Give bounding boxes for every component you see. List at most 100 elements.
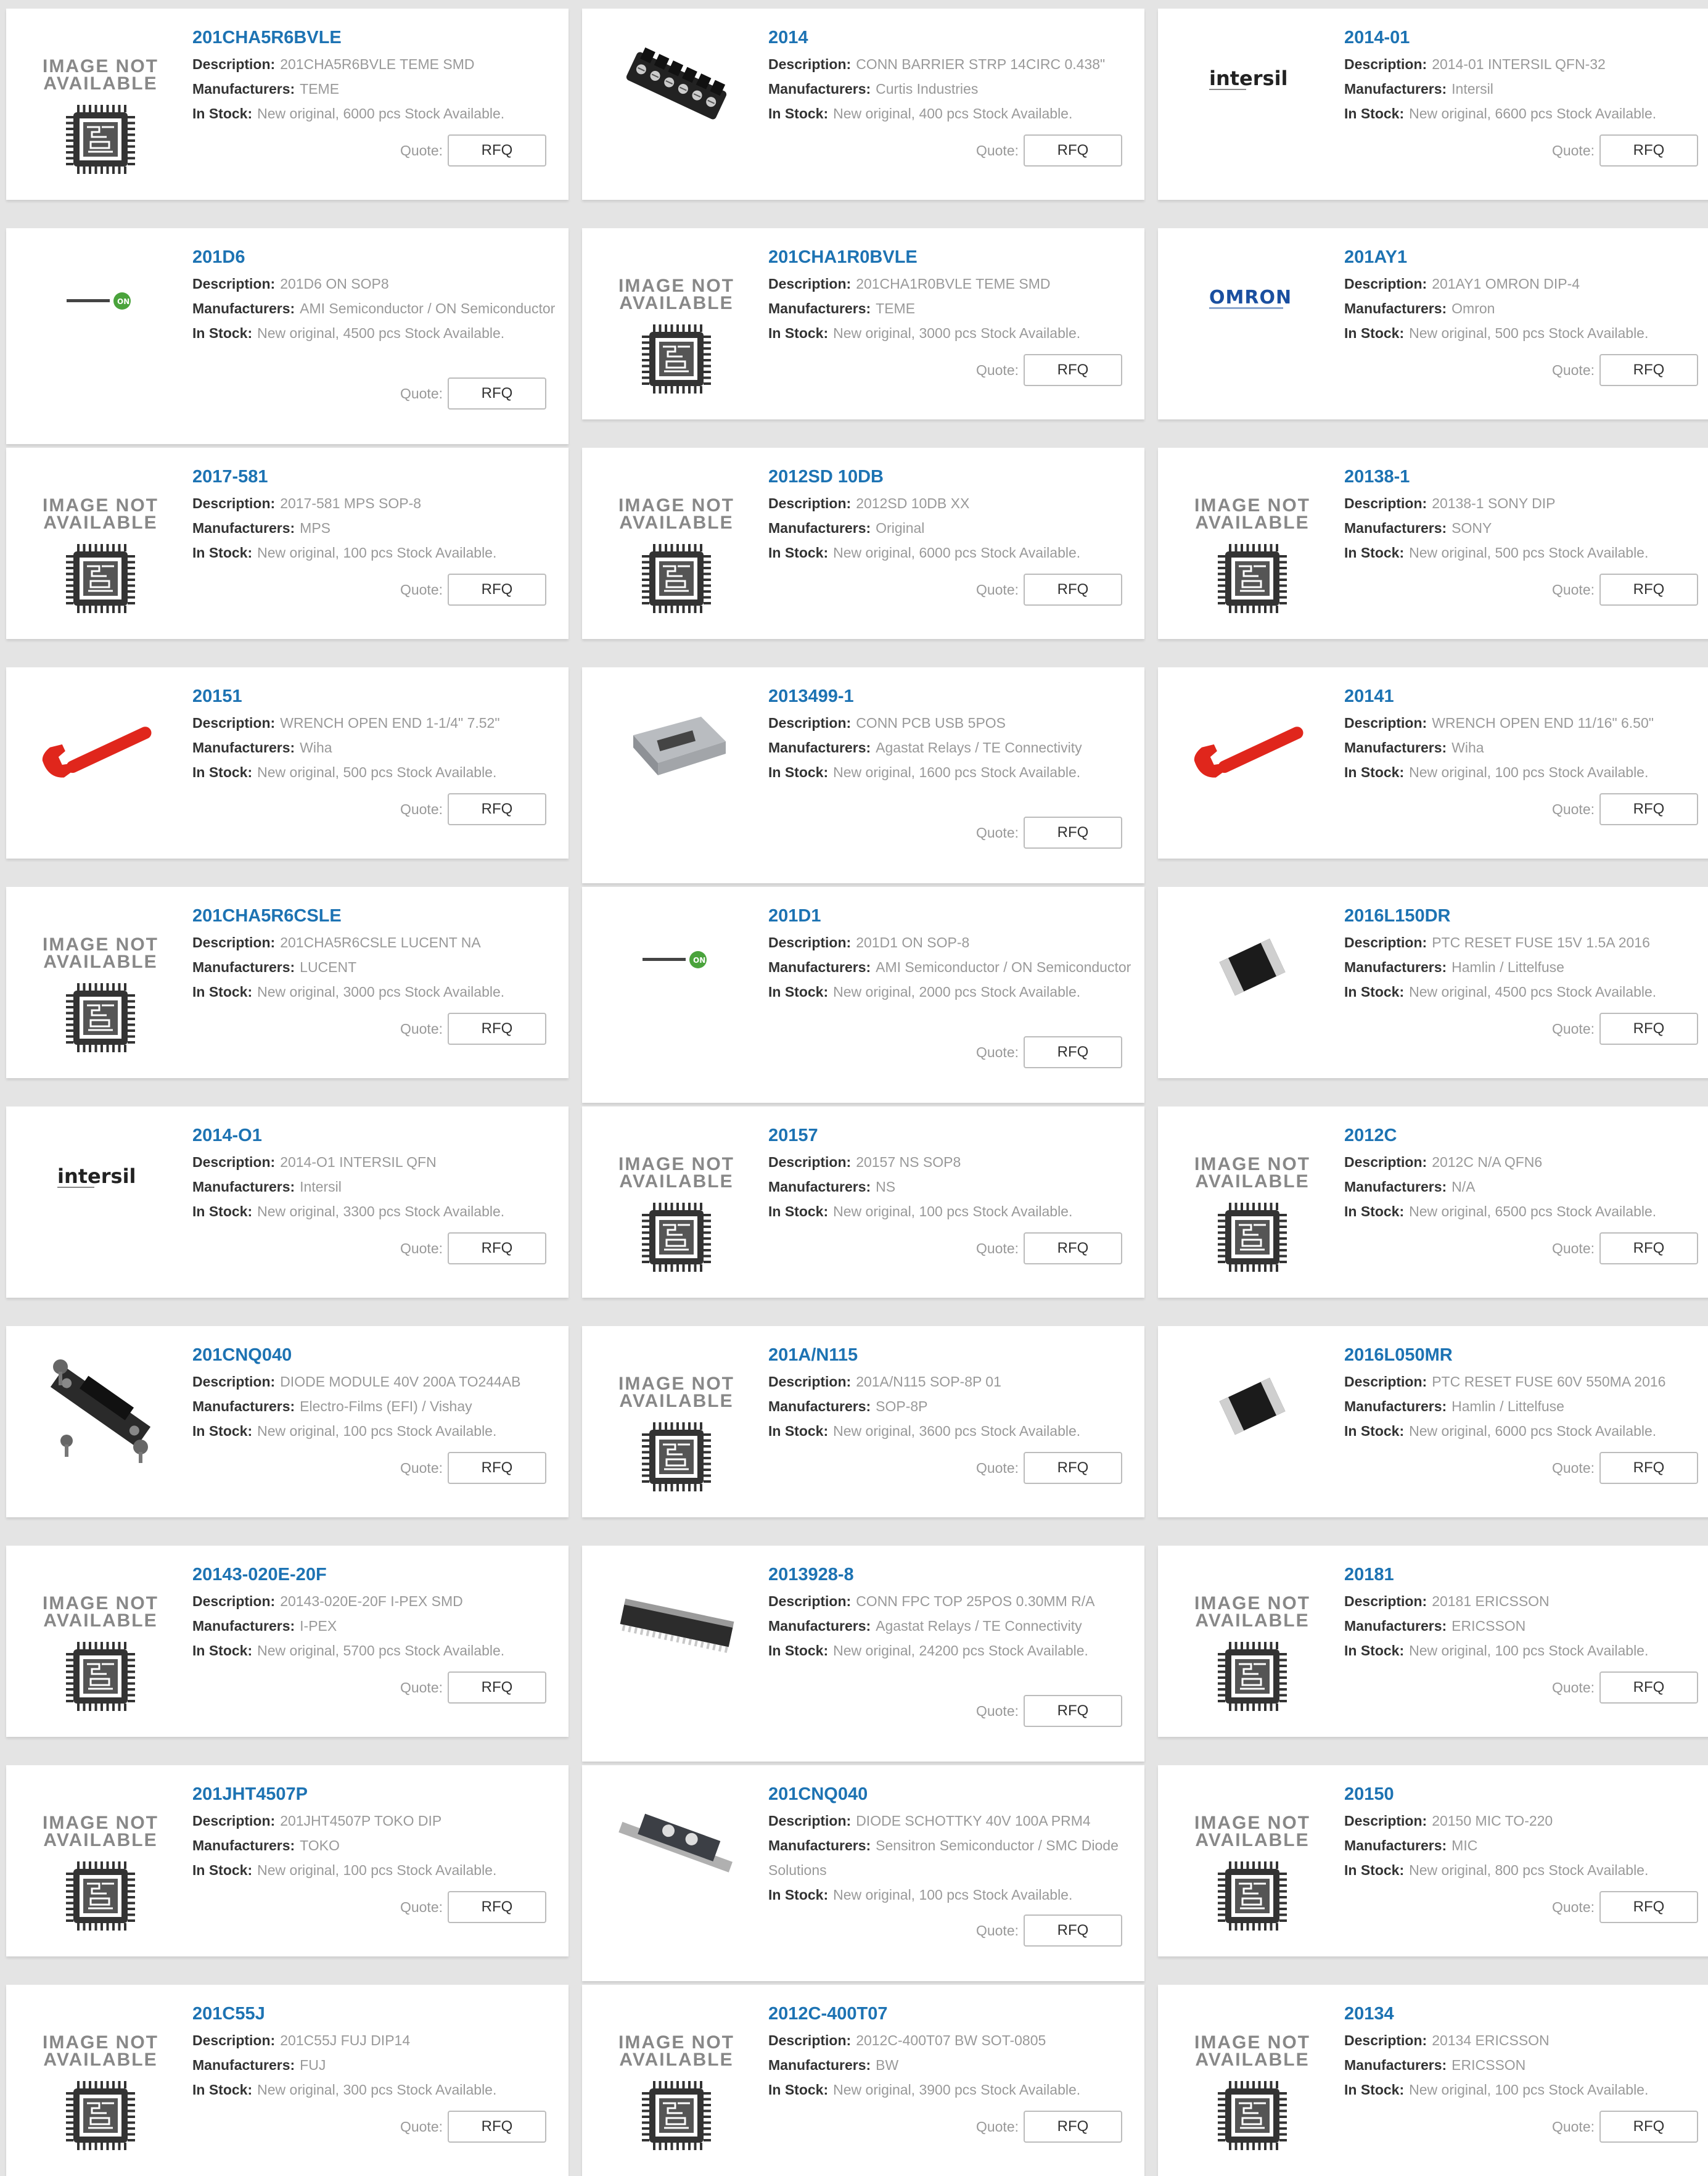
- product-title-link[interactable]: 2013928-8: [768, 1563, 1132, 1586]
- product-title-link[interactable]: 201AY1: [1344, 245, 1708, 269]
- product-thumbnail[interactable]: IMAGE NOT AVAILABLE: [601, 2003, 752, 2157]
- rfq-button[interactable]: RFQ: [1599, 134, 1698, 167]
- rfq-button[interactable]: RFQ: [448, 1671, 546, 1704]
- product-title-link[interactable]: 201C55J: [192, 2002, 556, 2026]
- rfq-button[interactable]: RFQ: [1599, 1671, 1698, 1704]
- product-thumbnail[interactable]: IMAGE NOT AVAILABLE: [601, 247, 752, 401]
- product-info: 201C55J Description: 201C55J FUJ DIP14 Ma…: [192, 2002, 556, 2102]
- quote-area: Quote: RFQ: [976, 354, 1122, 386]
- rfq-button[interactable]: RFQ: [1599, 1013, 1698, 1045]
- product-thumbnail[interactable]: OMRON: [1176, 247, 1328, 401]
- rfq-button[interactable]: RFQ: [1024, 2111, 1122, 2143]
- rfq-button[interactable]: RFQ: [1024, 1695, 1122, 1727]
- quote-label: Quote:: [400, 385, 443, 402]
- product-title-link[interactable]: 201D6: [192, 245, 556, 269]
- rfq-button[interactable]: RFQ: [448, 1452, 546, 1484]
- product-title-link[interactable]: 2017-581: [192, 465, 556, 488]
- product-thumbnail[interactable]: [1176, 905, 1328, 1060]
- rfq-button[interactable]: RFQ: [1599, 1891, 1698, 1923]
- product-title-link[interactable]: 20157: [768, 1124, 1132, 1147]
- description-value: DIODE SCHOTTKY 40V 100A PRM4: [856, 1813, 1091, 1829]
- product-title-link[interactable]: 2012C-400T07: [768, 2002, 1132, 2026]
- product-thumbnail[interactable]: IMAGE NOT AVAILABLE: [1176, 1564, 1328, 1718]
- manufacturer-value: Original: [876, 520, 925, 536]
- rfq-button[interactable]: RFQ: [448, 1013, 546, 1045]
- product-title-link[interactable]: 2013499-1: [768, 685, 1132, 708]
- product-thumbnail[interactable]: [601, 686, 752, 840]
- rfq-button[interactable]: RFQ: [1024, 1036, 1122, 1068]
- product-thumbnail[interactable]: IMAGE NOT AVAILABLE: [25, 1564, 176, 1718]
- product-thumbnail[interactable]: IMAGE NOT AVAILABLE: [601, 1345, 752, 1499]
- product-info: 201D1 Description: 201D1 ON SOP-8 Manufac…: [768, 904, 1132, 1004]
- product-thumbnail[interactable]: IMAGE NOT AVAILABLE: [25, 2003, 176, 2157]
- rfq-button[interactable]: RFQ: [448, 377, 546, 410]
- product-thumbnail[interactable]: IMAGE NOT AVAILABLE: [25, 27, 176, 181]
- product-thumbnail[interactable]: IMAGE NOT AVAILABLE: [601, 466, 752, 620]
- rfq-button[interactable]: RFQ: [1024, 1232, 1122, 1264]
- rfq-button[interactable]: RFQ: [1024, 354, 1122, 386]
- rfq-button[interactable]: RFQ: [1599, 354, 1698, 386]
- product-title-link[interactable]: 2016L150DR: [1344, 904, 1708, 928]
- product-title-link[interactable]: 201A/N115: [768, 1343, 1132, 1367]
- product-title-link[interactable]: 20138-1: [1344, 465, 1708, 488]
- description-value: 201D6 ON SOP8: [280, 276, 389, 292]
- product-thumbnail[interactable]: intersil: [1176, 27, 1328, 181]
- rfq-button[interactable]: RFQ: [448, 134, 546, 167]
- product-title-link[interactable]: 2016L050MR: [1344, 1343, 1708, 1367]
- product-thumbnail[interactable]: [1176, 1345, 1328, 1499]
- product-title-link[interactable]: 2014: [768, 26, 1132, 49]
- product-thumbnail[interactable]: IMAGE NOT AVAILABLE: [25, 905, 176, 1060]
- product-thumbnail[interactable]: [1176, 686, 1328, 840]
- rfq-button[interactable]: RFQ: [448, 793, 546, 825]
- product-thumbnail[interactable]: [601, 1784, 752, 1938]
- rfq-button[interactable]: RFQ: [1024, 817, 1122, 849]
- product-info: 201CNQ040 Description: DIODE SCHOTTKY 40V…: [768, 1782, 1132, 1907]
- rfq-button[interactable]: RFQ: [1599, 1232, 1698, 1264]
- product-title-link[interactable]: 20150: [1344, 1782, 1708, 1806]
- product-thumbnail[interactable]: IMAGE NOT AVAILABLE: [601, 1125, 752, 1279]
- rfq-button[interactable]: RFQ: [1599, 1452, 1698, 1484]
- rfq-button[interactable]: RFQ: [1024, 1452, 1122, 1484]
- rfq-button[interactable]: RFQ: [1024, 574, 1122, 606]
- product-thumbnail[interactable]: [601, 27, 752, 181]
- product-thumbnail[interactable]: [25, 686, 176, 840]
- product-thumbnail[interactable]: IMAGE NOT AVAILABLE: [1176, 1125, 1328, 1279]
- product-title-link[interactable]: 201CHA5R6BVLE: [192, 26, 556, 49]
- product-thumbnail[interactable]: IMAGE NOT AVAILABLE: [1176, 1784, 1328, 1938]
- product-title-link[interactable]: 2014-O1: [192, 1124, 556, 1147]
- product-thumbnail[interactable]: ON: [601, 905, 752, 1060]
- product-thumbnail[interactable]: IMAGE NOT AVAILABLE: [25, 466, 176, 620]
- product-thumbnail[interactable]: [601, 1564, 752, 1718]
- product-title-link[interactable]: 20151: [192, 685, 556, 708]
- product-title-link[interactable]: 2014-01: [1344, 26, 1708, 49]
- product-thumbnail[interactable]: [25, 1345, 176, 1499]
- product-title-link[interactable]: 201CHA5R6CSLE: [192, 904, 556, 928]
- product-title-link[interactable]: 20141: [1344, 685, 1708, 708]
- product-title-link[interactable]: 201JHT4507P: [192, 1782, 556, 1806]
- rfq-button[interactable]: RFQ: [448, 574, 546, 606]
- product-title-link[interactable]: 20181: [1344, 1563, 1708, 1586]
- product-card: 2016L050MR Description: PTC RESET FUSE 60…: [1158, 1326, 1708, 1517]
- rfq-button[interactable]: RFQ: [448, 1891, 546, 1923]
- product-title-link[interactable]: 201D1: [768, 904, 1132, 928]
- product-thumbnail[interactable]: ON: [25, 247, 176, 401]
- manufacturer-label: Manufacturers:: [768, 1179, 871, 1195]
- product-title-link[interactable]: 201CHA1R0BVLE: [768, 245, 1132, 269]
- product-thumbnail[interactable]: IMAGE NOT AVAILABLE: [1176, 466, 1328, 620]
- rfq-button[interactable]: RFQ: [1024, 1914, 1122, 1947]
- product-thumbnail[interactable]: IMAGE NOT AVAILABLE: [1176, 2003, 1328, 2157]
- rfq-button[interactable]: RFQ: [1599, 574, 1698, 606]
- product-title-link[interactable]: 201CNQ040: [192, 1343, 556, 1367]
- rfq-button[interactable]: RFQ: [1599, 793, 1698, 825]
- product-title-link[interactable]: 20143-020E-20F: [192, 1563, 556, 1586]
- product-title-link[interactable]: 201CNQ040: [768, 1782, 1132, 1806]
- rfq-button[interactable]: RFQ: [448, 2111, 546, 2143]
- product-thumbnail[interactable]: intersil: [25, 1125, 176, 1279]
- rfq-button[interactable]: RFQ: [1599, 2111, 1698, 2143]
- product-thumbnail[interactable]: IMAGE NOT AVAILABLE: [25, 1784, 176, 1938]
- product-title-link[interactable]: 2012C: [1344, 1124, 1708, 1147]
- rfq-button[interactable]: RFQ: [448, 1232, 546, 1264]
- rfq-button[interactable]: RFQ: [1024, 134, 1122, 167]
- product-title-link[interactable]: 20134: [1344, 2002, 1708, 2026]
- product-title-link[interactable]: 2012SD 10DB: [768, 465, 1132, 488]
